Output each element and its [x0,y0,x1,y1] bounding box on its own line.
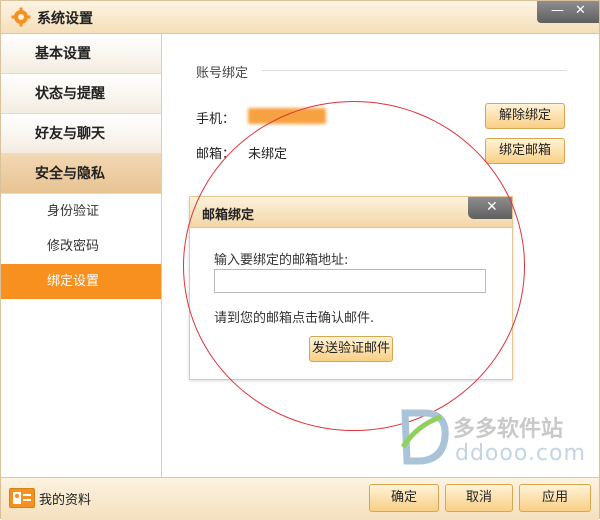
ok-button[interactable]: 确定 [369,484,439,512]
sidebar-item-basic[interactable]: 基本设置 [1,34,161,74]
send-verification-button[interactable]: 发送验证邮件 [309,336,393,362]
sidebar-subitem-binding[interactable]: 绑定设置 [1,264,161,299]
section-divider [262,70,567,71]
minimize-icon[interactable]: — [551,3,564,19]
sidebar: 基本设置 状态与提醒 好友与聊天 安全与隐私 身份验证 修改密码 绑定设置 [1,34,162,477]
unbind-button[interactable]: 解除绑定 [485,103,565,129]
window-title: 系统设置 [37,11,93,27]
sidebar-item-friends-chat[interactable]: 好友与聊天 [1,114,161,154]
bind-email-button[interactable]: 绑定邮箱 [485,138,565,164]
email-input[interactable] [214,269,486,293]
my-profile-link[interactable]: 我的资料 [39,489,91,508]
id-card-icon [13,492,31,504]
apply-button[interactable]: 应用 [519,484,591,512]
dialog-close-button[interactable]: ✕ [468,197,512,219]
gear-icon [11,7,31,27]
window-controls: — ✕ [537,1,599,23]
email-bind-dialog: 邮箱绑定 ✕ 输入要绑定的邮箱地址: 请到您的邮箱点击确认邮件. 发送验证邮件 [189,196,513,380]
title-bar[interactable]: 系统设置 — ✕ [1,1,599,34]
sidebar-subitem-change-password[interactable]: 修改密码 [1,229,161,264]
dialog-note: 请到您的邮箱点击确认邮件. [214,311,375,326]
sidebar-subitem-identity[interactable]: 身份验证 [1,194,161,229]
close-icon: ✕ [486,199,498,215]
section-title: 账号绑定 [196,66,249,81]
profile-card-icon[interactable] [9,488,35,508]
email-label: 邮箱： [196,147,236,162]
sidebar-item-status[interactable]: 状态与提醒 [1,74,161,114]
footer-bar: 我的资料 确定 取消 应用 [1,477,599,520]
email-input-label: 输入要绑定的邮箱地址: [214,253,349,268]
close-icon[interactable]: ✕ [575,3,586,19]
phone-number-redacted [248,108,326,124]
phone-label: 手机： [196,112,236,127]
cancel-button[interactable]: 取消 [445,484,513,512]
settings-window: 系统设置 — ✕ 基本设置 状态与提醒 好友与聊天 安全与隐私 身份验证 修改密… [0,0,600,520]
sidebar-item-security[interactable]: 安全与隐私 [1,154,161,194]
email-value: 未绑定 [248,147,288,162]
dialog-title: 邮箱绑定 [202,208,255,223]
dialog-header[interactable]: 邮箱绑定 ✕ [190,197,512,228]
